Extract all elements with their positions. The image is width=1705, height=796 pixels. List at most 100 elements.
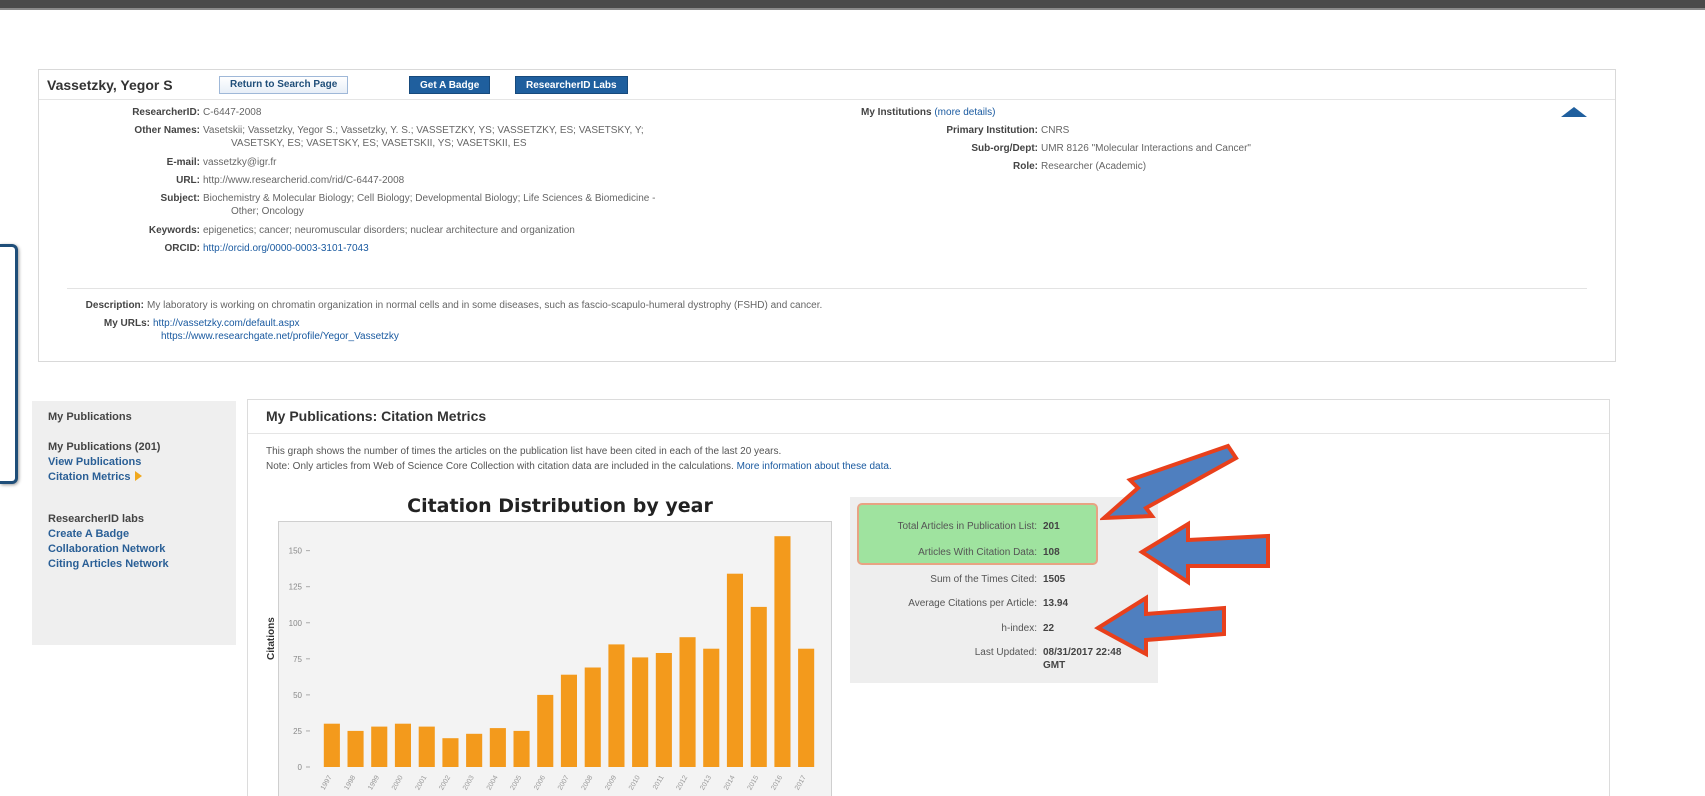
annotation-arrow-3-icon [1094,594,1226,658]
subject-line2: Other; Oncology [231,206,304,217]
chart-title: Citation Distribution by year [407,495,713,517]
nav-citation-metrics-label: Citation Metrics [48,471,131,483]
subject-label: Subject: [160,193,200,204]
other-names-field: Other Names: Vasetskii; Vassetzky, Yegor… [134,124,644,150]
keywords-value: epigenetics; cancer; neuromuscular disor… [203,225,575,236]
intro-text-1: This graph shows the number of times the… [266,446,782,457]
y-tick-label: 75 [293,655,302,664]
orcid-link[interactable]: http://orcid.org/0000-0003-3101-7043 [203,243,369,254]
x-tick-label: 2013 [699,774,713,791]
institutions-label: My Institutions [861,107,932,118]
url-label: URL: [176,175,200,186]
get-badge-button[interactable]: Get A Badge [409,76,491,94]
more-info-link[interactable]: More information about these data. [737,461,892,472]
role-field: Role: Researcher (Academic) [1013,160,1147,173]
stat-h-label: h-index: [1001,623,1037,634]
stat-avg-label: Average Citations per Article: [908,598,1037,609]
institutions-more-link[interactable]: (more details) [934,107,995,118]
bar-2011 [655,653,672,767]
intro-text-2: Note: Only articles from Web of Science … [266,461,892,472]
nav-collaboration-network[interactable]: Collaboration Network [48,543,165,555]
x-tick-label: 2007 [557,774,571,791]
my-url-2[interactable]: https://www.researchgate.net/profile/Yeg… [153,330,399,343]
email-value[interactable]: vassetzky@igr.fr [203,157,277,168]
return-to-search-button[interactable]: Return to Search Page [219,76,349,94]
x-tick-label: 2002 [438,774,452,791]
citation-chart: 0 25 50 75 100 125 150 1997 1998 1999 2000 2001 2002… [289,536,815,791]
profile-name: Vassetzky, Yegor S [47,77,173,93]
y-tick-label: 0 [298,763,303,772]
stat-sum-value: 1505 [1043,574,1066,585]
bar-2001 [418,726,435,767]
x-tick-label: 2004 [486,774,500,791]
keywords-field: Keywords: epigenetics; cancer; neuromusc… [149,224,575,237]
my-urls-label: My URLs: [103,318,150,329]
description-field: Description: My laboratory is working on… [86,299,823,312]
stat-total-value: 201 [1043,521,1060,532]
researcher-id-field: ResearcherID: C-6447-2008 [132,106,261,119]
primary-institution-label: Primary Institution: [946,125,1038,136]
keywords-label: Keywords: [148,225,200,236]
role-value: Researcher (Academic) [1041,161,1147,172]
bar-2013 [703,648,720,767]
bar-2003 [466,733,483,767]
stat-h-value: 22 [1043,623,1055,634]
other-names-line2: VASETSKY, ES; VASETSKY, ES; VASETSKII, Y… [231,138,527,149]
panel-header: My Publications: Citation Metrics [248,400,1609,434]
bar-2007 [560,674,577,767]
nav-create-badge[interactable]: Create A Badge [48,528,129,540]
description-value: My laboratory is working on chromatin or… [147,300,823,311]
email-field: E-mail: vassetzky@igr.fr [167,156,277,169]
subject-line1: Biochemistry & Molecular Biology; Cell B… [203,193,656,204]
nav-my-publications: My Publications (201) [48,441,161,453]
nav-citation-metrics[interactable]: Citation Metrics [48,471,142,483]
x-tick-label: 2001 [415,774,429,791]
bar-2000 [394,723,411,767]
stat-with-data-value: 108 [1043,547,1060,558]
nav-title: My Publications [48,411,132,423]
researcherid-labs-button[interactable]: ResearcherID Labs [515,76,628,94]
suborg-label: Sub-org/Dept: [971,143,1038,154]
profile-divider [67,288,1587,289]
primary-institution-field: Primary Institution: CNRS [946,124,1070,137]
email-label: E-mail: [166,157,200,168]
nav-view-publications[interactable]: View Publications [48,456,141,468]
side-feedback-tab[interactable] [0,244,18,484]
x-tick-label: 2006 [533,774,547,791]
chart-ylabel: Citations [266,617,277,660]
y-tick-label: 125 [289,583,303,592]
stat-updated-tz: GMT [1043,660,1066,671]
bar-2005 [513,730,530,767]
suborg-field: Sub-org/Dept: UMR 8126 "Molecular Intera… [971,142,1251,155]
institutions-field: My Institutions (more details) [861,106,995,119]
profile-header: Vassetzky, Yegor S Return to Search Page… [39,70,1615,100]
x-tick-label: 2012 [675,774,689,791]
nav-citing-articles-network[interactable]: Citing Articles Network [48,558,169,570]
x-tick-label: 2015 [747,774,761,791]
url-field: URL: http://www.researcherid.com/rid/C-6… [176,174,404,187]
stat-sum-label: Sum of the Times Cited: [930,574,1037,585]
primary-institution-value: CNRS [1041,125,1070,136]
collapse-arrow-icon[interactable] [1561,107,1587,117]
x-tick-label: 1999 [367,774,381,791]
url-value[interactable]: http://www.researcherid.com/rid/C-6447-2… [203,175,404,186]
intro-note: Note: Only articles from Web of Science … [266,461,734,472]
x-tick-label: 2011 [652,774,666,791]
y-tick-label: 25 [293,727,302,736]
bar-2004 [489,728,506,767]
description-label: Description: [85,300,144,311]
bar-2008 [584,667,601,767]
panel-title: My Publications: Citation Metrics [266,408,487,424]
my-url-1[interactable]: http://vassetzky.com/default.aspx [153,317,399,330]
x-tick-label: 2008 [581,774,595,791]
other-names-line1: Vasetskii; Vassetzky, Yegor S.; Vassetzk… [203,125,644,136]
bar-2009 [608,644,625,767]
suborg-value: UMR 8126 "Molecular Interactions and Can… [1041,143,1251,154]
y-tick-label: 150 [289,547,303,556]
x-tick-label: 2005 [509,774,523,791]
x-tick-label: 2010 [628,774,642,791]
subject-field: Subject: Biochemistry & Molecular Biolog… [161,192,656,218]
orcid-label: ORCID: [164,243,200,254]
x-tick-label: 1997 [320,774,334,791]
stat-with-data-label: Articles With Citation Data: [918,547,1037,558]
